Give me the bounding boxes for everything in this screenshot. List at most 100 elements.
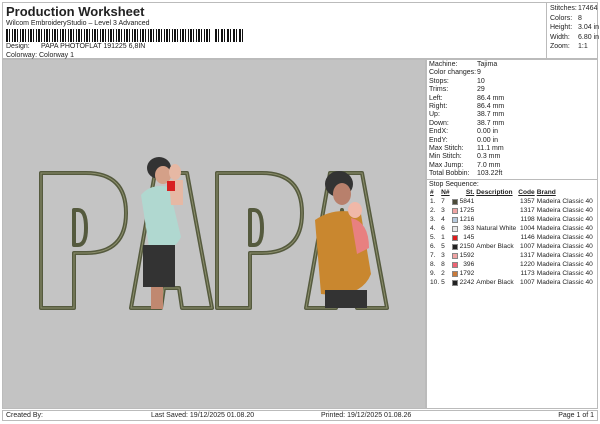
brand: Madeira Classic 40 — [536, 216, 593, 224]
stitch-count: 1725 — [459, 207, 475, 215]
table-row: 1. 7 5841 1357 Madeira Classic 40 — [429, 197, 594, 206]
stop-number: 7. — [430, 252, 436, 260]
stop-sequence-table: # N# St. Description Code Brand 1. 7 5841 1357 Ma… — [429, 188, 594, 287]
info-row: Color changes:9 — [429, 69, 595, 77]
needle: 4 — [441, 216, 445, 224]
stop-number: 1. — [430, 198, 436, 206]
stitch-count: 1216 — [459, 216, 475, 224]
info-value: 86.4 mm — [477, 102, 505, 110]
info-value: 11.1 mm — [477, 144, 504, 152]
color-swatch — [451, 279, 458, 286]
brand: Madeira Classic 40 — [536, 225, 593, 233]
info-label: EndY: — [429, 136, 448, 144]
table-row: 9. 2 1792 1173 Madeira Classic 40 — [429, 269, 594, 278]
column-header: Brand — [536, 189, 556, 197]
design-row: Design: PAPA PHOTOFLAT 191225 6,8IN — [6, 43, 145, 50]
column-header: St. — [465, 189, 475, 197]
letter-p-2 — [215, 171, 304, 310]
letter-p-1 — [39, 171, 128, 310]
info-row: Up: 38.7 mm — [429, 111, 595, 119]
embroidery-design — [39, 157, 389, 310]
color-swatch-cell — [451, 269, 459, 278]
brand: Madeira Classic 40 — [536, 198, 593, 206]
thread-code: 1317 — [520, 252, 535, 260]
stat-value: 3.04 in — [578, 24, 600, 31]
color-swatch — [451, 207, 458, 214]
color-swatch-cell — [451, 260, 459, 269]
stop-number: 10. — [430, 279, 440, 287]
color-swatch-cell — [451, 206, 459, 215]
needle: 3 — [441, 207, 445, 215]
color-swatch-cell — [451, 215, 459, 224]
brand: Madeira Classic 40 — [536, 234, 593, 242]
color-swatch-cell — [451, 197, 459, 206]
colorway-row: Colorway: Colorway 1 — [6, 52, 74, 59]
info-label: Left: — [429, 94, 443, 102]
colorway-label: Colorway: — [6, 52, 38, 59]
barcode-suffix — [215, 29, 245, 42]
stat-row: Height: 3.04 in — [550, 24, 600, 34]
info-value: 0.3 mm — [477, 153, 501, 161]
color-swatch — [451, 198, 458, 205]
needle: 3 — [441, 252, 445, 260]
thread-code: 1220 — [520, 261, 535, 269]
info-row: Trims: 29 — [429, 86, 595, 94]
info-label: Max Stitch: — [429, 144, 464, 152]
description — [475, 197, 517, 206]
info-label: Trims: — [429, 86, 449, 94]
info-value: 38.7 mm — [477, 119, 505, 127]
info-row: Max Jump: 7.0 mm — [429, 162, 595, 170]
stitch-count: 1592 — [459, 252, 475, 260]
stat-value: 6.80 in — [578, 33, 600, 41]
design-value: PAPA PHOTOFLAT 191225 6,8IN — [40, 43, 146, 50]
description — [475, 251, 517, 260]
color-swatch-cell — [451, 242, 459, 251]
info-row: Max Stitch: 11.1 mm — [429, 145, 595, 153]
info-value: 0.00 in — [477, 128, 499, 136]
description — [475, 269, 517, 278]
info-label: Machine: — [429, 61, 458, 68]
info-row: Right: 86.4 mm — [429, 103, 595, 111]
created-by: Created By: — [6, 412, 43, 419]
stop-sequence-title: Stop Sequence: — [429, 181, 479, 189]
stat-label: Colors: — [550, 14, 573, 22]
page-number: Page 1 of 1 — [558, 412, 594, 419]
info-label: Total Bobbin: — [429, 170, 470, 178]
table-row: 6. 5 2150 Amber Black 1007 Madeira Classic 40 — [429, 242, 594, 251]
stitch-count: 2150 — [459, 243, 475, 251]
description — [475, 260, 517, 269]
machine-info: Machine: Tajima Color changes:9 Stops: 10 Tri… — [427, 60, 597, 179]
info-label: Stops: — [429, 77, 449, 85]
printed-date: Printed: 19/12/2025 01.08.26 — [321, 412, 412, 419]
color-swatch — [451, 243, 458, 250]
description: Natural White — [476, 225, 517, 233]
info-value: 29 — [477, 86, 485, 94]
info-row: Down: 38.7 mm — [429, 120, 595, 128]
stat-label: Width: — [550, 33, 570, 41]
color-swatch-cell — [451, 278, 459, 287]
stop-number: 9. — [430, 270, 436, 278]
info-label: Color changes: — [429, 69, 477, 77]
thread-code: 1173 — [520, 270, 535, 278]
info-row: EndX: 0.00 in — [429, 128, 595, 136]
needle: 7 — [441, 198, 445, 206]
description — [475, 215, 517, 224]
column-header: Code — [518, 189, 535, 197]
colorway-value: Colorway 1 — [39, 52, 75, 59]
info-value: 38.7 mm — [477, 111, 505, 119]
table-row: 5. 1 145 1146 Madeira Classic 40 — [429, 233, 594, 242]
stitch-count: 1792 — [459, 270, 475, 278]
thread-code: 1357 — [520, 198, 535, 206]
last-saved: Last Saved: 19/12/2025 01.08.20 — [151, 412, 255, 419]
stitch-count: 363 — [463, 225, 475, 233]
info-row: Stops: 10 — [429, 78, 595, 86]
worksheet-header: Production Worksheet Wilcom EmbroiderySt… — [2, 2, 600, 59]
info-row: Min Stitch: 0.3 mm — [429, 153, 595, 161]
thread-code: 1198 — [520, 216, 535, 224]
needle: 5 — [441, 279, 445, 287]
page-title: Production Worksheet — [6, 4, 145, 19]
description — [475, 206, 517, 215]
stop-number: 4. — [430, 225, 436, 233]
info-value: 7.0 mm — [477, 161, 501, 169]
table-row: 10. 5 2242 Amber Black 1007 Madeira Classic 4… — [429, 278, 594, 287]
